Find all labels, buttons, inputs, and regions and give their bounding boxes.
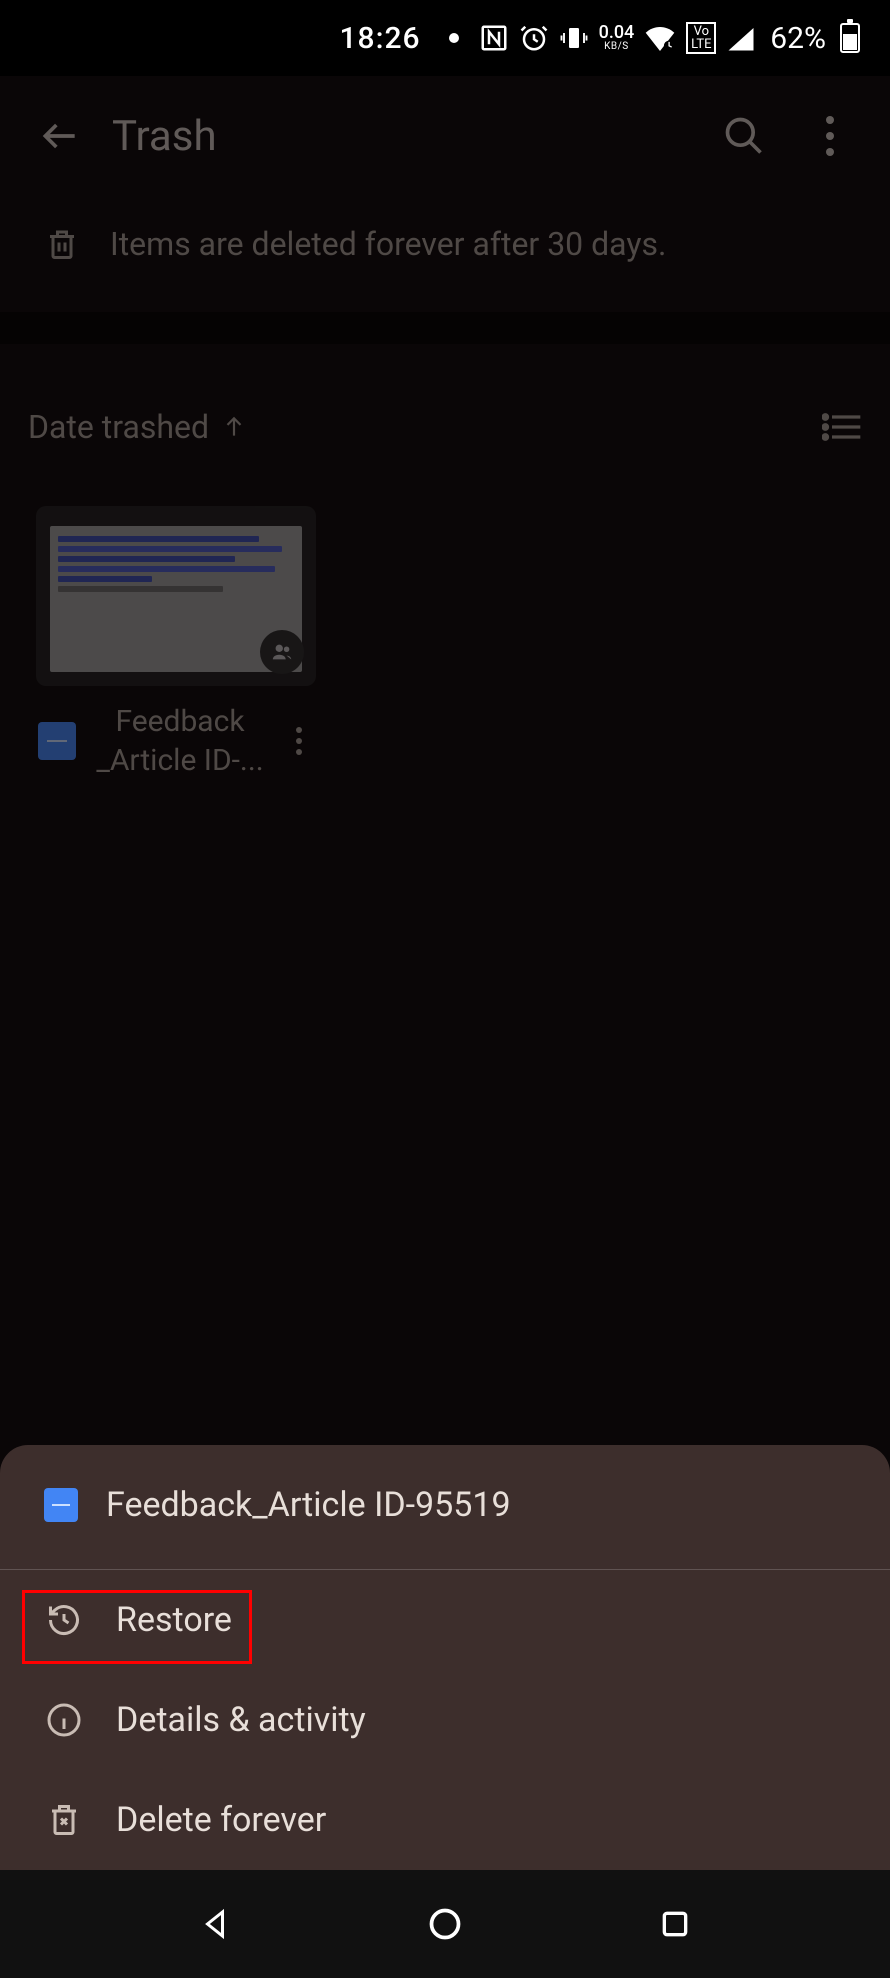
status-bar: 18:26 0.04 KB/S Vo LTE 62% [0,0,890,76]
restore-label: Restore [116,1600,232,1640]
arrow-left-icon [38,114,82,158]
sort-button[interactable]: Date trashed [28,408,247,446]
battery-percent: 62% [770,21,826,56]
vibrate-icon [559,23,589,53]
people-icon [271,641,293,663]
data-speed-icon: 0.04 KB/S [599,25,635,50]
restore-menu-item[interactable]: Restore [0,1570,890,1670]
file-tile[interactable]: Feedback_Article ID-... [36,506,316,780]
alarm-icon [519,23,549,53]
signal-icon [726,25,756,51]
info-icon [46,1702,82,1738]
volte-icon: Vo LTE [686,22,716,54]
docs-icon [44,1488,78,1522]
trash-icon [44,224,80,264]
nav-home-button[interactable] [415,1894,475,1954]
battery-icon [840,23,860,53]
list-view-icon [822,412,862,442]
delete-forever-label: Delete forever [116,1800,326,1840]
more-vert-icon [825,116,835,156]
bottom-sheet: Feedback_Article ID-95519 Restore Detail… [0,1445,890,1870]
nav-back-button[interactable] [185,1894,245,1954]
search-button[interactable] [714,106,774,166]
nav-recent-button[interactable] [645,1894,705,1954]
delete-forever-icon [46,1802,82,1838]
docs-icon [38,722,76,760]
sheet-header: Feedback_Article ID-95519 [0,1445,890,1570]
more-options-button[interactable] [800,106,860,166]
details-menu-item[interactable]: Details & activity [0,1670,890,1770]
status-icons: 0.04 KB/S Vo LTE [479,22,757,54]
circle-home-icon [427,1906,463,1942]
trash-notice: Items are deleted forever after 30 days. [0,196,890,312]
list-controls: Date trashed [0,344,890,478]
sheet-file-title: Feedback_Article ID-95519 [106,1485,511,1525]
status-time: 18:26 [339,21,420,56]
file-name: Feedback_Article ID-... [86,702,274,780]
arrow-up-icon [221,414,247,440]
delete-forever-menu-item[interactable]: Delete forever [0,1770,890,1870]
trash-notice-text: Items are deleted forever after 30 days. [110,225,666,263]
nfc-icon [479,23,509,53]
app-bar: Trash [0,76,890,196]
file-more-button[interactable] [284,727,314,755]
view-toggle-button[interactable] [822,412,862,442]
triangle-back-icon [197,1906,233,1942]
square-recent-icon [659,1908,691,1940]
screen-content: Trash Items are deleted forever after 30… [0,76,890,1470]
page-title: Trash [112,112,714,161]
file-thumbnail [36,506,316,686]
restore-icon [46,1602,82,1638]
status-separator-dot [449,33,459,43]
wifi-icon [644,25,676,51]
search-icon [722,114,766,158]
sort-label: Date trashed [28,408,209,446]
details-label: Details & activity [116,1700,366,1740]
system-nav-bar [0,1870,890,1978]
back-button[interactable] [30,106,90,166]
shared-badge [260,630,304,674]
